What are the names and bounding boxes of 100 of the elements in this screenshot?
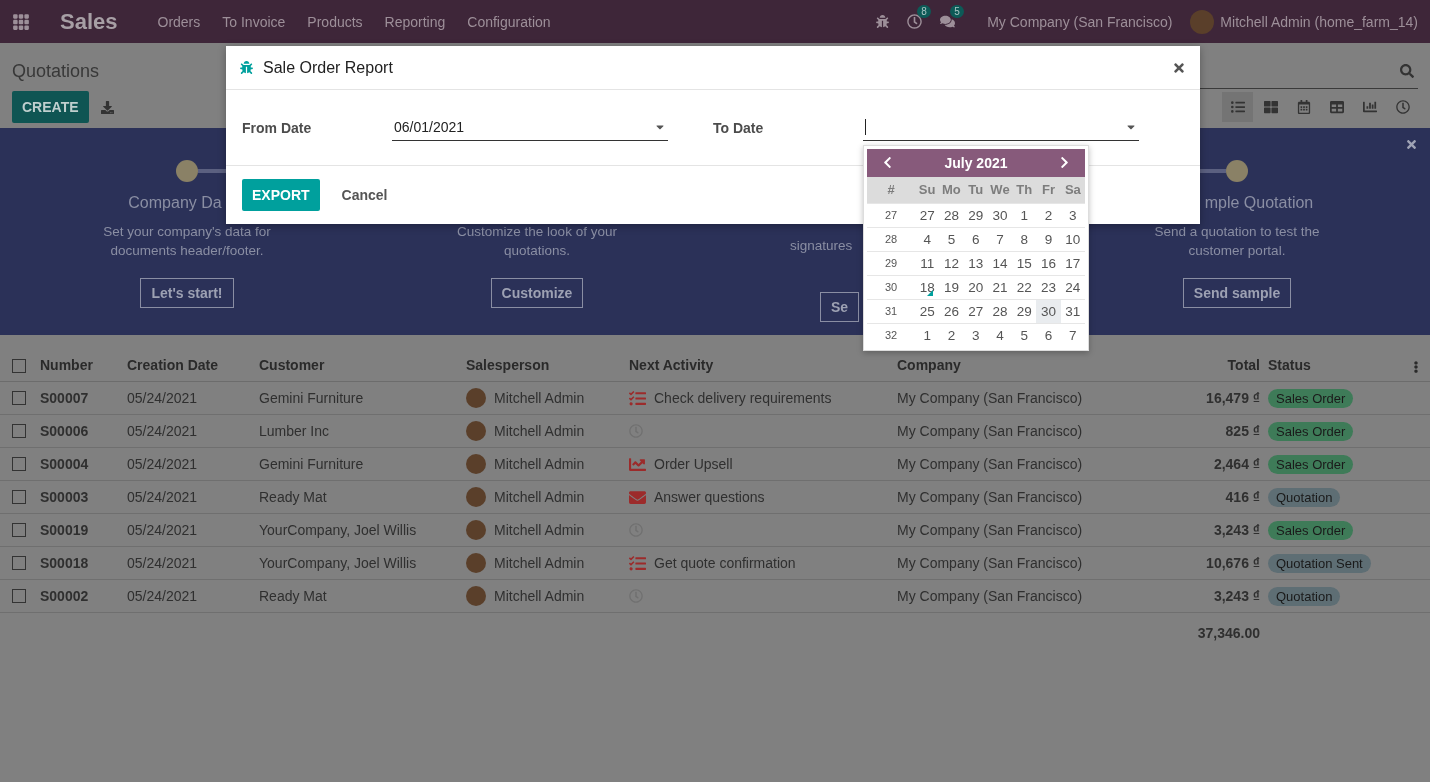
calendar-day[interactable]: 19	[939, 274, 964, 299]
calendar-day[interactable]: 21	[987, 274, 1013, 299]
calendar-day[interactable]: 15	[1012, 250, 1037, 275]
date-field[interactable]: 06/01/2021	[392, 114, 668, 141]
calendar-day[interactable]: 7	[987, 226, 1013, 251]
calendar-day[interactable]: 28	[987, 298, 1013, 323]
column-header[interactable]: Salesperson	[466, 357, 550, 373]
calendar-day[interactable]: 30	[1036, 298, 1061, 323]
table-cell: 3,243 ₫	[1213, 522, 1260, 538]
notification-badge: 8	[917, 5, 931, 18]
calendar-day[interactable]: 2	[939, 322, 964, 347]
table-cell: My Company (San Francisco)	[897, 390, 1083, 406]
calendar-day[interactable]: 14	[987, 250, 1013, 275]
table-cell: YourCompany, Joel Willis	[259, 522, 417, 538]
step-description: Set your company's data for documents header/footer.	[102, 223, 272, 260]
calendar-day[interactable]: 1	[915, 322, 940, 347]
calendar-day[interactable]: 16	[1036, 250, 1061, 275]
table-cell: My Company (San Francisco)	[897, 423, 1083, 439]
calendar-day[interactable]: 4	[987, 322, 1013, 347]
step-button[interactable]: Send sample	[1182, 278, 1292, 308]
calendar-day[interactable]: 3	[1060, 202, 1085, 227]
status-tag: Quotation	[1268, 586, 1341, 606]
menu-item[interactable]: To Invoice	[222, 13, 286, 30]
calendar-day[interactable]: 8	[1012, 226, 1037, 251]
table-cell: S00018	[40, 555, 89, 571]
app-name: Sales	[60, 8, 118, 35]
menu-item[interactable]: Configuration	[467, 13, 551, 30]
calendar-day[interactable]: 27	[963, 298, 988, 323]
calendar-day[interactable]: 2	[1036, 202, 1061, 227]
column-header[interactable]: Number	[40, 357, 93, 373]
calendar-day[interactable]: 23	[1036, 274, 1061, 299]
calendar-day[interactable]: 28	[939, 202, 964, 227]
table-cell: S00007	[40, 390, 89, 406]
calendar-day[interactable]: 24	[1060, 274, 1085, 299]
calendar-day[interactable]: 6	[963, 226, 988, 251]
table-cell: 05/24/2021	[127, 489, 198, 505]
calendar-day[interactable]: 6	[1036, 322, 1061, 347]
weekday-label: Fr	[1036, 176, 1061, 203]
calendar-day[interactable]: 4	[915, 226, 940, 251]
table-cell: 2,464 ₫	[1213, 456, 1260, 472]
status-tag: Sales Order	[1268, 520, 1354, 540]
calendar-day[interactable]: 3	[963, 322, 988, 347]
calendar-day[interactable]: 9	[1036, 226, 1061, 251]
week-number: 27	[867, 202, 915, 227]
calendar-day[interactable]: 30	[987, 202, 1013, 227]
calendar-day[interactable]: 18	[915, 274, 940, 299]
calendar-day[interactable]: 22	[1012, 274, 1037, 299]
activity-summary: Answer questions	[654, 489, 765, 505]
step-button[interactable]: Se	[820, 292, 860, 322]
table-cell: Gemini Furniture	[259, 390, 364, 406]
week-number: 28	[867, 226, 915, 251]
table-cell: Mitchell Admin	[494, 522, 585, 538]
column-header[interactable]: Status	[1268, 357, 1311, 373]
calendar-day[interactable]: 27	[915, 202, 940, 227]
table-cell: Mitchell Admin	[494, 423, 585, 439]
calendar-day[interactable]: 7	[1060, 322, 1085, 347]
calendar-day[interactable]: 31	[1060, 298, 1085, 323]
table-cell: 10,676 ₫	[1206, 555, 1260, 571]
step-button[interactable]: Let's start!	[140, 278, 234, 308]
calendar-day[interactable]: 12	[939, 250, 964, 275]
table-cell: 416 ₫	[1225, 489, 1260, 505]
menu-item[interactable]: Orders	[157, 13, 201, 30]
week-number: 30	[867, 274, 915, 299]
calendar-day[interactable]: 10	[1060, 226, 1085, 251]
month-title[interactable]: July 2021	[944, 154, 1008, 171]
calendar-day[interactable]: 25	[915, 298, 940, 323]
calendar-day[interactable]: 5	[939, 226, 964, 251]
column-header[interactable]: Company	[897, 357, 961, 373]
calendar-day[interactable]: 20	[963, 274, 988, 299]
calendar-day[interactable]: 5	[1012, 322, 1037, 347]
column-header[interactable]: Creation Date	[127, 357, 219, 373]
week-number: 31	[867, 298, 915, 323]
calendar-day[interactable]: 11	[915, 250, 940, 275]
create-button[interactable]: CREATE	[12, 91, 89, 123]
breadcrumb: Quotations	[12, 60, 100, 82]
cancel-button[interactable]: Cancel	[335, 186, 394, 204]
menu-item[interactable]: Reporting	[384, 13, 446, 30]
calendar-day[interactable]: 26	[939, 298, 964, 323]
calendar-day[interactable]: 13	[963, 250, 988, 275]
user-menu[interactable]: Mitchell Admin (home_farm_14)	[1220, 13, 1418, 30]
table-cell: S00019	[40, 522, 89, 538]
calendar-day[interactable]: 17	[1060, 250, 1085, 275]
weekday-label: #	[867, 176, 915, 203]
column-header[interactable]: Next Activity	[629, 357, 714, 373]
company-switcher[interactable]: My Company (San Francisco)	[987, 13, 1173, 30]
activity-summary: Order Upsell	[654, 456, 733, 472]
calendar-day[interactable]: 29	[963, 202, 988, 227]
column-header[interactable]: Customer	[259, 357, 325, 373]
column-header[interactable]: Total	[1227, 357, 1260, 373]
step-button[interactable]: Customize	[490, 278, 584, 308]
table-cell: 05/24/2021	[127, 588, 198, 604]
activity-summary: Get quote confirmation	[654, 555, 796, 571]
week-number: 29	[867, 250, 915, 275]
menu-item[interactable]: Products	[307, 13, 363, 30]
table-cell: YourCompany, Joel Willis	[259, 555, 417, 571]
weekday-label: Th	[1012, 176, 1037, 203]
calendar-day[interactable]: 1	[1012, 202, 1037, 227]
table-cell: 05/24/2021	[127, 390, 198, 406]
table-cell: 16,479 ₫	[1206, 390, 1260, 406]
table-cell: S00006	[40, 423, 89, 439]
